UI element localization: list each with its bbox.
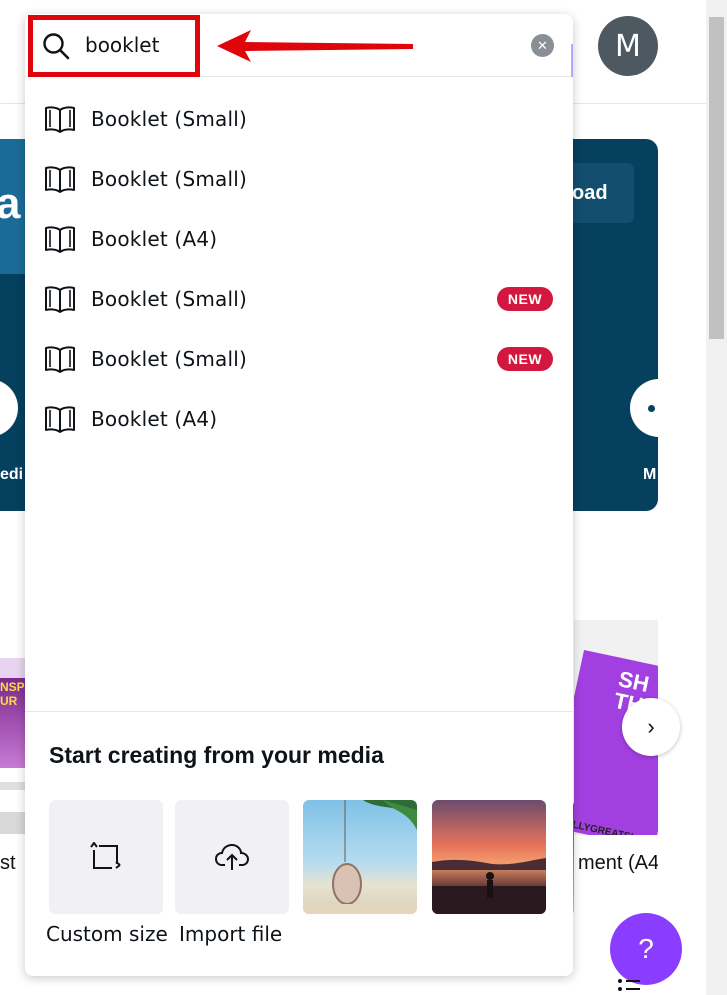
focus-ring [571,44,573,77]
search-highlight-box [28,15,200,77]
arrow-annotation-icon [217,30,413,62]
search-result[interactable]: Booklet (Small) NEW [25,329,573,389]
media-photo-sunset[interactable] [432,800,546,914]
media-photo-beach-swing[interactable] [303,800,417,914]
import-file-label: Import file [179,922,283,946]
help-button-label: ? [638,933,654,964]
media-section-heading: Start creating from your media [49,742,384,768]
search-result-label: Booklet (A4) [91,227,218,251]
custom-size-button[interactable] [49,800,163,914]
page-scrollbar[interactable] [706,0,727,995]
avatar-initial: M [615,28,641,64]
search-result-label: Booklet (Small) [91,167,247,191]
hero-shortcut-left[interactable] [0,379,18,437]
scrollbar-thumb[interactable] [709,17,724,339]
thumbnail-shadow [0,782,26,790]
hero-shortcut-right[interactable] [630,379,658,437]
search-result[interactable]: Booklet (A4) [25,389,573,449]
book-icon [45,166,75,193]
new-badge: NEW [497,347,553,371]
search-results-list: Booklet (Small) Booklet (Small) Booklet … [25,89,573,449]
hero-heading-fragment: a [0,179,21,228]
search-result-label: Booklet (Small) [91,287,247,311]
book-icon [45,406,75,433]
help-button[interactable]: ? [610,913,682,985]
book-icon [45,226,75,253]
search-result-label: Booklet (A4) [91,407,218,431]
upload-button-label: oad [572,181,608,204]
clear-icon[interactable]: ✕ [531,34,554,57]
carousel-next-button[interactable]: › [622,698,680,756]
chevron-right-icon: › [647,714,655,739]
search-result-label: Booklet (Small) [91,347,247,371]
import-file-button[interactable] [175,800,289,914]
template-label-left: st [0,852,16,874]
beach-photo [303,800,417,914]
sunset-photo [432,858,546,914]
thumbnail-base [0,812,26,834]
cloud-upload-icon [215,843,249,870]
book-icon [45,286,75,313]
new-badge: NEW [497,287,553,311]
template-thumbnail-left[interactable]: NSP UR [0,658,26,768]
thumbnail-text: NSP UR [0,680,25,708]
search-dropdown: ✕ Booklet (Small) Booklet (Small) Bookle… [25,14,573,976]
panel-divider [25,711,573,712]
list-icon[interactable] [616,978,642,995]
search-result[interactable]: Booklet (Small) [25,89,573,149]
search-result[interactable]: Booklet (Small) [25,149,573,209]
search-bar: ✕ [25,14,573,77]
hero-caption-left: edi [0,466,24,483]
template-label-right: ment (A4 [578,852,658,874]
poster-footer: REALLYGREATSI [574,815,634,835]
custom-size-label: Custom size [46,922,168,946]
search-result-label: Booklet (Small) [91,107,247,131]
book-icon [45,106,75,133]
avatar[interactable]: M [598,16,658,76]
book-icon [45,346,75,373]
search-result[interactable]: Booklet (A4) [25,209,573,269]
hero-caption-right: M [643,466,657,483]
search-result[interactable]: Booklet (Small) NEW [25,269,573,329]
resize-icon [90,842,121,869]
